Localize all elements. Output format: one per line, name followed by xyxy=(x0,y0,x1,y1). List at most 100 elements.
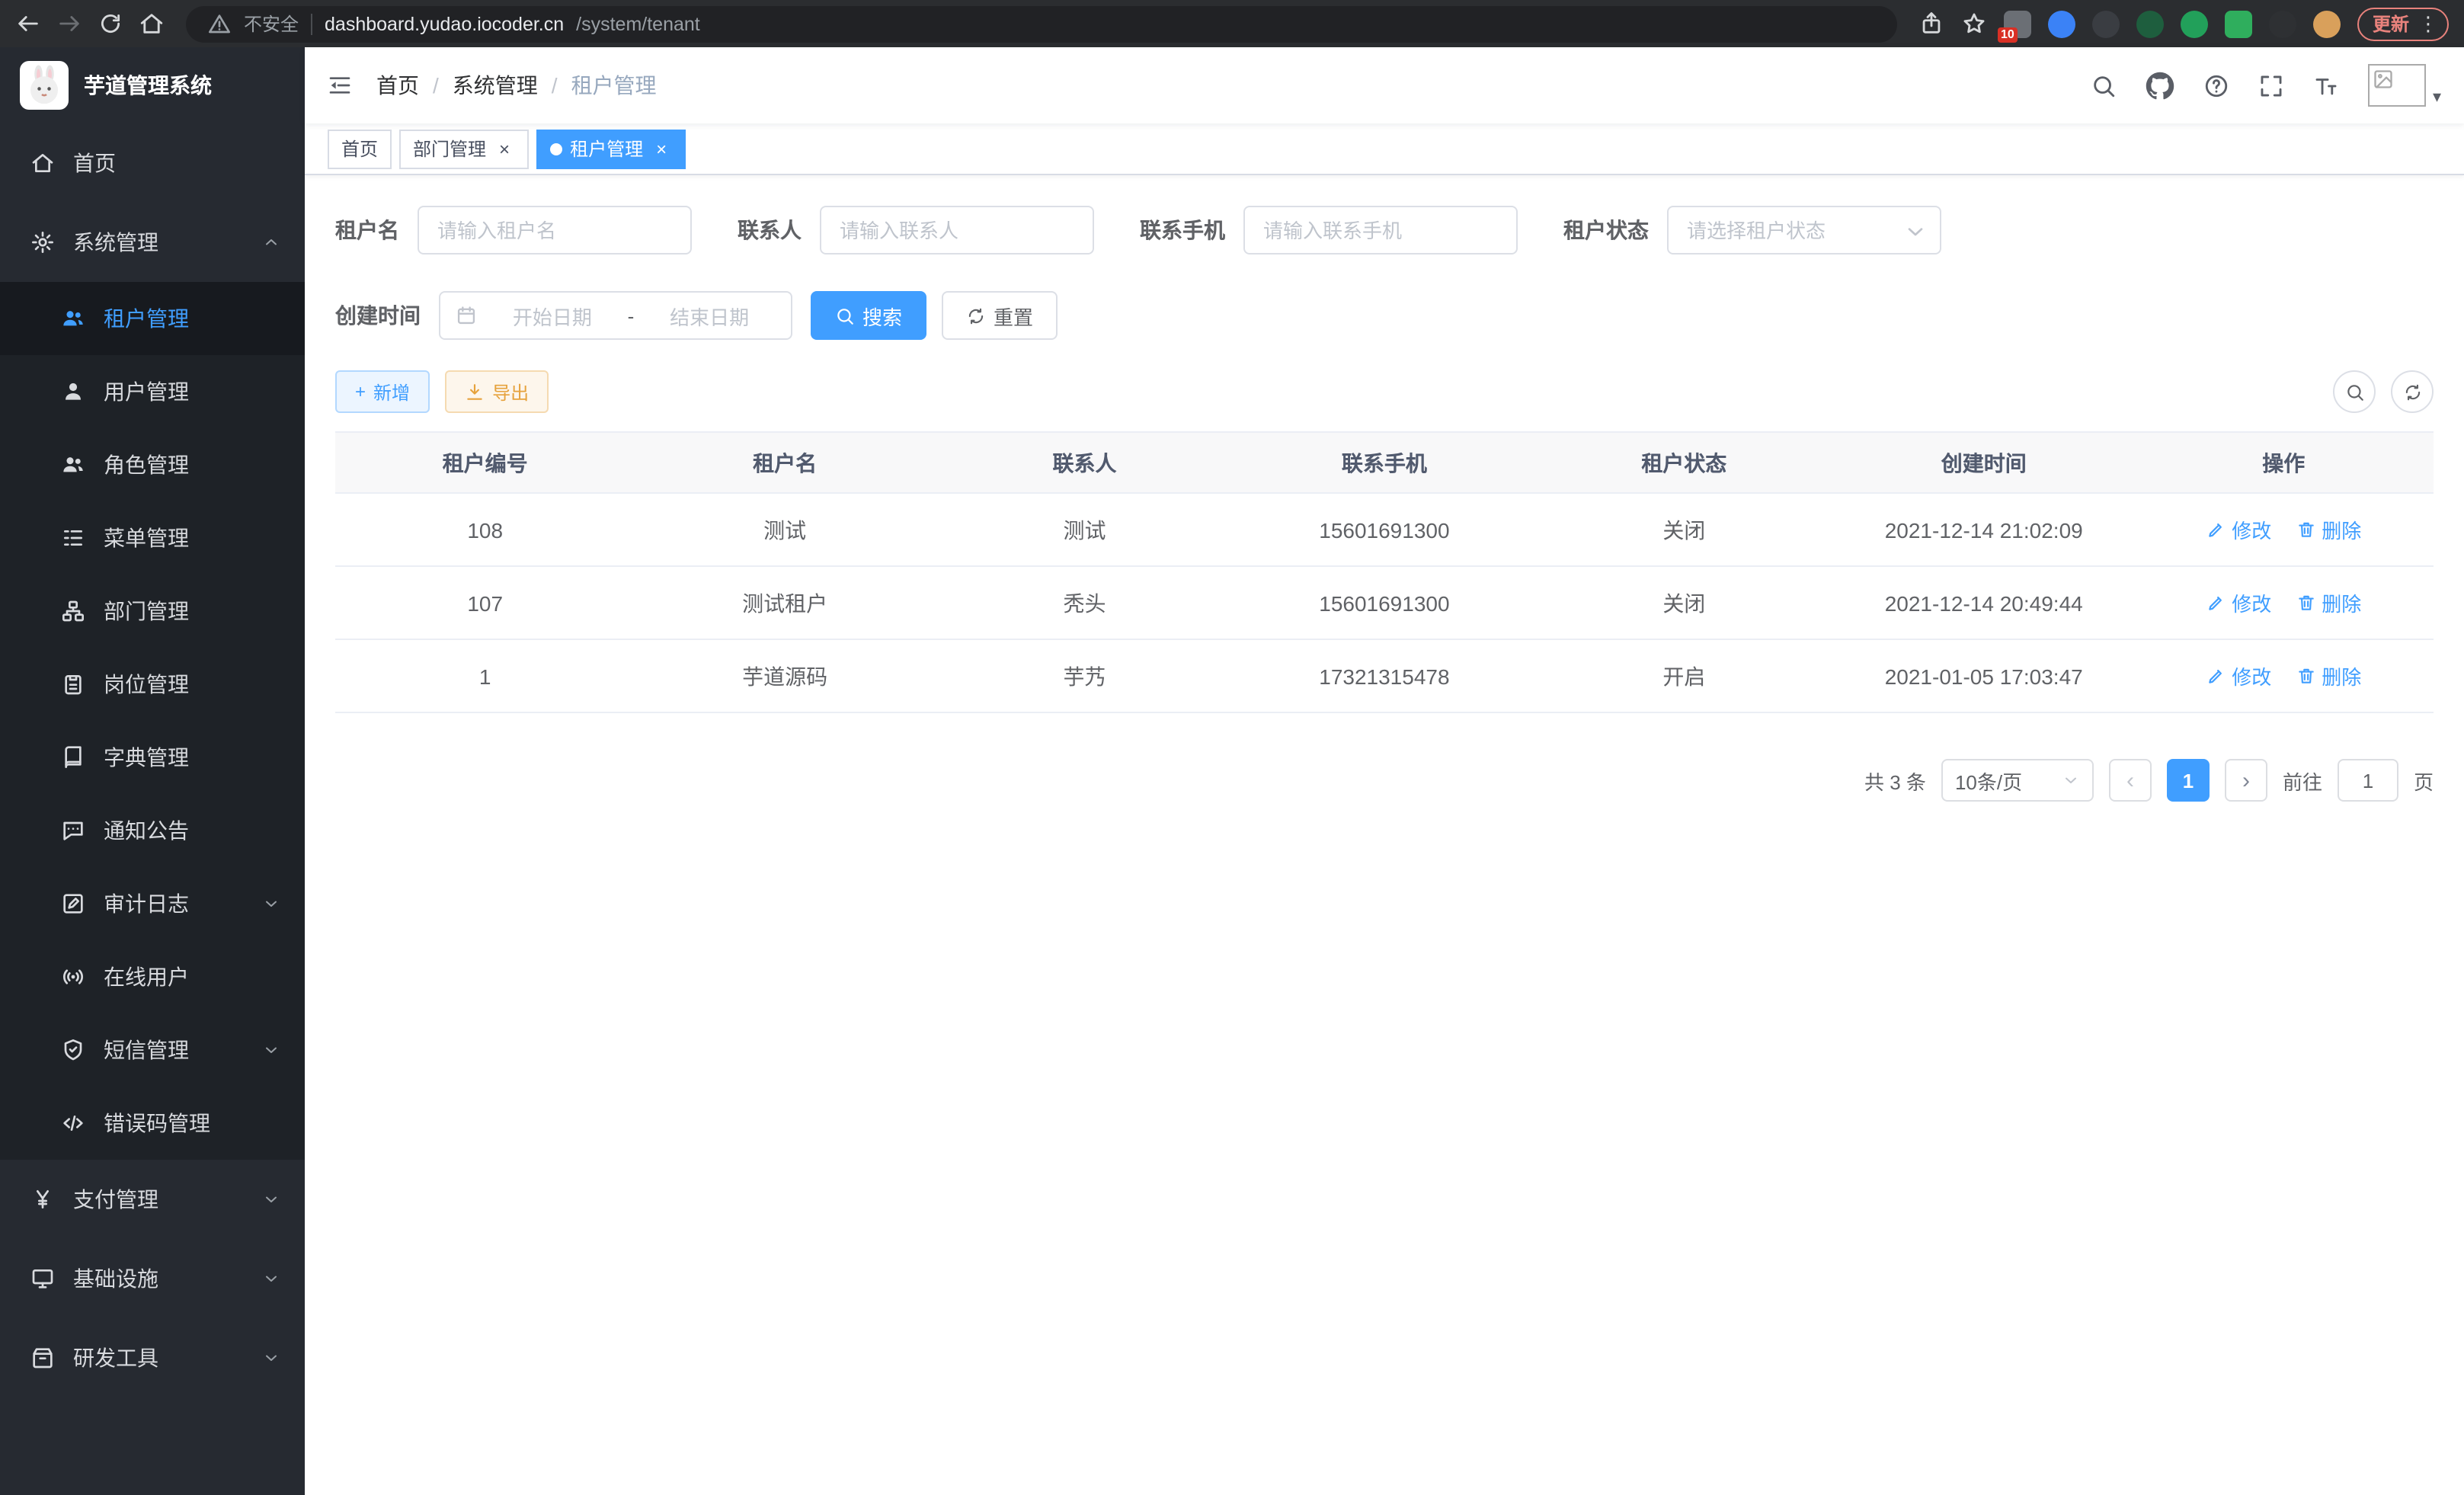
prev-page-button[interactable]: ‹ xyxy=(2109,759,2152,802)
security-label[interactable]: 不安全 xyxy=(244,11,299,37)
font-size-icon[interactable] xyxy=(2314,72,2340,98)
delete-link[interactable]: 删除 xyxy=(2296,588,2361,617)
home-icon[interactable] xyxy=(139,11,165,37)
cell-name: 测试租户 xyxy=(635,566,934,639)
sidebar-logo[interactable]: 芋道管理系统 xyxy=(0,47,305,123)
breadcrumb-system[interactable]: 系统管理 xyxy=(453,70,538,101)
badge-icon xyxy=(61,672,85,696)
toggle-search-button[interactable] xyxy=(2333,370,2376,413)
page-size-value: 10条/页 xyxy=(1955,766,2022,795)
caret-down-icon: ▾ xyxy=(2433,87,2441,107)
contact-input[interactable] xyxy=(820,206,1094,255)
start-date-placeholder[interactable]: 开始日期 xyxy=(486,301,619,330)
sidebar-item-label: 菜单管理 xyxy=(104,523,280,553)
sidebar-item-label: 审计日志 xyxy=(104,888,244,919)
edit-link[interactable]: 修改 xyxy=(2206,588,2271,617)
tab-tenant-management[interactable]: 租户管理 × xyxy=(536,129,686,168)
sidebar-item-role-management[interactable]: 角色管理 xyxy=(0,428,305,501)
sidebar-item-user-management[interactable]: 用户管理 xyxy=(0,355,305,428)
page-size-select[interactable]: 10条/页 xyxy=(1941,759,2094,802)
reset-button[interactable]: 重置 xyxy=(942,291,1058,340)
pagination: 共 3 条 10条/页 ‹ 1 › 前往 页 xyxy=(335,759,2434,802)
close-icon[interactable]: × xyxy=(494,138,515,159)
address-bar[interactable]: 不安全 dashboard.yudao.iocoder.cn/system/te… xyxy=(186,5,1897,42)
forward-icon[interactable] xyxy=(56,11,82,37)
edit-icon xyxy=(2206,666,2226,686)
end-date-placeholder[interactable]: 结束日期 xyxy=(643,301,776,330)
collapse-sidebar-icon[interactable] xyxy=(328,73,352,98)
sidebar-item-system-management[interactable]: 系统管理 xyxy=(0,203,305,282)
delete-link[interactable]: 删除 xyxy=(2296,661,2361,690)
sidebar-item-tenant-management[interactable]: 租户管理 xyxy=(0,282,305,355)
search-icon[interactable] xyxy=(2091,72,2117,98)
breadcrumb-home[interactable]: 首页 xyxy=(376,70,419,101)
puzzle-extensions-icon[interactable] xyxy=(2269,10,2296,37)
date-range-picker[interactable]: 开始日期 - 结束日期 xyxy=(439,291,792,340)
close-icon[interactable]: × xyxy=(651,138,672,159)
sidebar-item-audit-log[interactable]: 审计日志 xyxy=(0,867,305,940)
refresh-table-button[interactable] xyxy=(2391,370,2434,413)
cell-status: 开启 xyxy=(1534,639,1834,712)
sidebar-item-payment-management[interactable]: 支付管理 xyxy=(0,1160,305,1239)
sidebar-item-error-code[interactable]: 错误码管理 xyxy=(0,1087,305,1160)
sidebar-item-label: 支付管理 xyxy=(73,1184,244,1215)
extension-icon[interactable] xyxy=(2225,10,2252,37)
trash-icon xyxy=(2296,666,2315,686)
github-icon[interactable] xyxy=(2146,71,2175,100)
tab-dept-management[interactable]: 部门管理 × xyxy=(399,129,529,168)
export-button[interactable]: 导出 xyxy=(445,370,549,413)
page-1-button[interactable]: 1 xyxy=(2167,759,2210,802)
share-icon[interactable] xyxy=(1918,11,1944,37)
sidebar-item-online-users[interactable]: 在线用户 xyxy=(0,940,305,1013)
sidebar-item-dict-management[interactable]: 字典管理 xyxy=(0,721,305,794)
sidebar-item-label: 用户管理 xyxy=(104,376,280,407)
sidebar-item-notice[interactable]: 通知公告 xyxy=(0,794,305,867)
tab-home[interactable]: 首页 xyxy=(328,129,392,168)
extension-icon[interactable]: 10 xyxy=(2004,10,2031,37)
goto-page-input[interactable] xyxy=(2338,759,2398,802)
avatar-broken-image xyxy=(2369,64,2427,107)
chevron-down-icon xyxy=(262,1041,280,1059)
sidebar-item-menu-management[interactable]: 菜单管理 xyxy=(0,501,305,575)
status-select[interactable] xyxy=(1667,206,1941,255)
profile-avatar-icon[interactable] xyxy=(2313,10,2341,37)
extension-icon[interactable] xyxy=(2048,10,2075,37)
sidebar-item-label: 短信管理 xyxy=(104,1035,244,1065)
sidebar-item-dept-management[interactable]: 部门管理 xyxy=(0,575,305,648)
col-contact: 联系人 xyxy=(935,432,1234,493)
table-toolbar: + 新增 导出 xyxy=(335,370,2434,413)
chrome-update-button[interactable]: 更新 ⋮ xyxy=(2357,7,2449,40)
sidebar-item-home[interactable]: 首页 xyxy=(0,123,305,203)
phone-input[interactable] xyxy=(1243,206,1518,255)
next-page-button[interactable]: › xyxy=(2225,759,2267,802)
user-icon xyxy=(61,379,85,404)
extension-icon[interactable] xyxy=(2181,10,2208,37)
edit-link[interactable]: 修改 xyxy=(2206,515,2271,544)
sidebar-menu: 首页 系统管理 租户管理 用户管理 角色管理 xyxy=(0,123,305,1495)
back-icon[interactable] xyxy=(15,11,41,37)
extension-icon[interactable] xyxy=(2092,10,2120,37)
kebab-menu-icon[interactable]: ⋮ xyxy=(2418,14,2438,34)
reload-icon[interactable] xyxy=(98,11,123,37)
sidebar-item-sms-management[interactable]: 短信管理 xyxy=(0,1013,305,1087)
cell-actions: 修改删除 xyxy=(2133,493,2434,566)
top-navbar: 首页 / 系统管理 / 租户管理 ▾ xyxy=(305,47,2464,123)
add-button[interactable]: + 新增 xyxy=(335,370,430,413)
add-button-label: 新增 xyxy=(373,379,410,405)
sidebar-item-infrastructure[interactable]: 基础设施 xyxy=(0,1239,305,1318)
sidebar-item-dev-tools[interactable]: 研发工具 xyxy=(0,1318,305,1397)
sidebar-item-post-management[interactable]: 岗位管理 xyxy=(0,648,305,721)
fullscreen-icon[interactable] xyxy=(2259,72,2285,98)
user-avatar-menu[interactable]: ▾ xyxy=(2369,64,2441,107)
status-select-input[interactable] xyxy=(1667,206,1941,255)
search-button[interactable]: 搜索 xyxy=(811,291,926,340)
tenant-name-input[interactable] xyxy=(418,206,692,255)
extension-icon[interactable] xyxy=(2136,10,2164,37)
edit-link[interactable]: 修改 xyxy=(2206,661,2271,690)
chevron-down-icon xyxy=(262,1349,280,1367)
active-dot xyxy=(550,142,562,155)
bookmark-star-icon[interactable] xyxy=(1961,11,1987,37)
delete-link[interactable]: 删除 xyxy=(2296,515,2361,544)
help-icon[interactable] xyxy=(2204,72,2230,98)
browser-toolbar-right: 10 更新 ⋮ xyxy=(1918,7,2449,40)
